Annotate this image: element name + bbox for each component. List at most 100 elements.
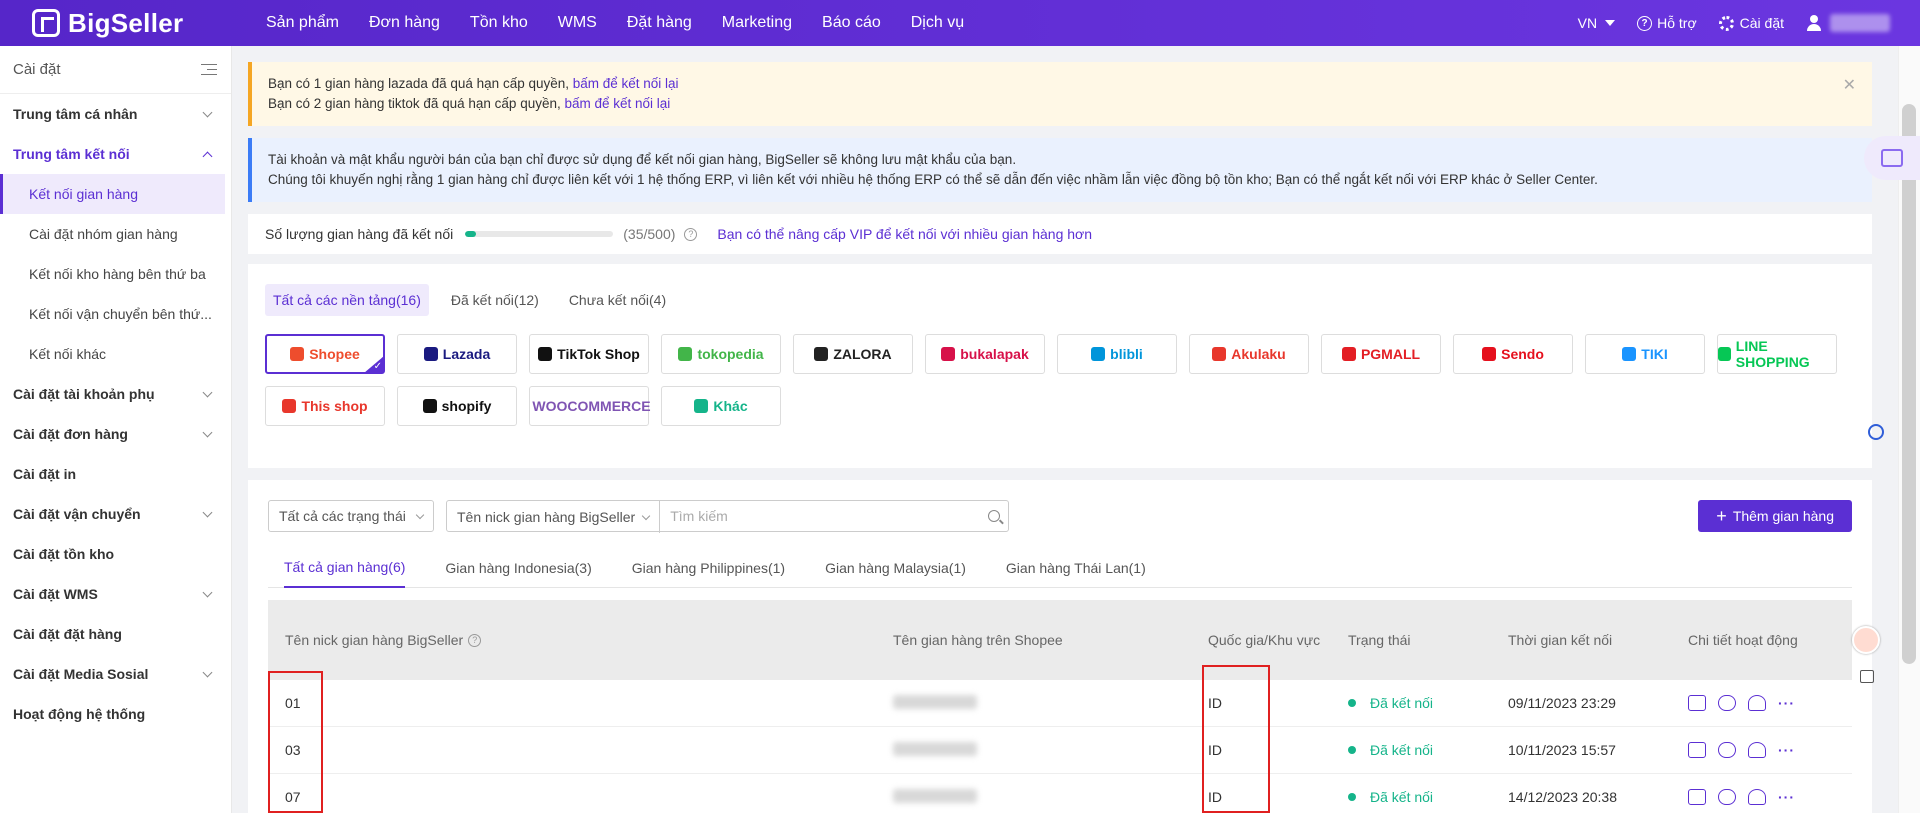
search-button[interactable] (980, 501, 1008, 531)
link-icon[interactable] (1718, 789, 1736, 805)
reconnect-lazada-link[interactable]: bấm để kết nối lại (573, 76, 679, 91)
platform-tiktok-shop[interactable]: TikTok Shop (529, 334, 649, 374)
edit-icon[interactable] (1688, 789, 1706, 805)
sidebar-item-label: Cài đặt in (13, 466, 77, 482)
menu-inventory[interactable]: Tồn kho (470, 14, 528, 32)
menu-wms[interactable]: WMS (558, 14, 597, 32)
search-input[interactable] (660, 501, 981, 531)
platform-sendo[interactable]: Sendo (1453, 334, 1573, 374)
sidebar-item-order-settings[interactable]: Cài đặt đơn hàng (0, 414, 231, 454)
caret-down-icon (1605, 20, 1616, 26)
upgrade-vip-link[interactable]: Bạn có thể nâng cấp VIP để kết nối với n… (717, 226, 1092, 242)
sidebar-sub-other-connections[interactable]: Kết nối khác (0, 334, 231, 374)
sidebar-item-sub-accounts[interactable]: Cài đặt tài khoản phụ (0, 374, 231, 414)
table-row: 03 ID Đã kết nối 10/11/2023 15:57 ··· (268, 727, 1852, 774)
sidebar-item-system-activity[interactable]: Hoạt động hệ thống (0, 694, 231, 734)
more-icon[interactable]: ··· (1778, 742, 1795, 758)
sidebar-item-purchase-settings[interactable]: Cài đặt đặt hàng (0, 614, 231, 654)
menu-services[interactable]: Dịch vụ (911, 14, 964, 32)
sidebar-item-print-settings[interactable]: Cài đặt in (0, 454, 231, 494)
platform-shopee[interactable]: Shopee (265, 334, 385, 374)
language-select[interactable]: VN (1578, 15, 1616, 31)
platform-tiki[interactable]: TIKI (1585, 334, 1705, 374)
sidebar-sub-third-party-shipping[interactable]: Kết nối vận chuyển bên thứ... (0, 294, 231, 334)
close-icon[interactable]: ✕ (1843, 76, 1856, 96)
add-store-button[interactable]: + Thêm gian hàng (1698, 500, 1852, 532)
platform-label: TikTok Shop (557, 346, 640, 362)
settings-link[interactable]: Cài đặt (1718, 15, 1784, 31)
search-icon (988, 510, 1001, 522)
tab-all-shops[interactable]: Tất cả gian hàng(6) (284, 548, 406, 588)
menu-products[interactable]: Sản phẩm (266, 14, 339, 32)
sidebar-item-shipping-settings[interactable]: Cài đặt vận chuyển (0, 494, 231, 534)
sidebar-sub-store-connect[interactable]: Kết nối gian hàng (0, 174, 225, 214)
header-shopee-name: Tên gian hàng trên Shopee (893, 632, 1063, 648)
link-icon[interactable] (1718, 742, 1736, 758)
tab-philippines[interactable]: Gian hàng Philippines(1) (632, 548, 785, 588)
user-menu[interactable] (1806, 14, 1890, 32)
reconnect-tiktok-link[interactable]: bấm để kết nối lại (564, 96, 670, 111)
platform-lazada[interactable]: Lazada (397, 334, 517, 374)
sidebar-item-inventory-settings[interactable]: Cài đặt tồn kho (0, 534, 231, 574)
support-link[interactable]: ? Hỗ trợ (1637, 15, 1697, 31)
sidebar: Cài đặt Trung tâm cá nhân Trung tâm kết … (0, 46, 232, 813)
menu-orders[interactable]: Đơn hàng (369, 14, 440, 32)
store-quota: Số lượng gian hàng đã kết nối (35/500) ?… (248, 214, 1872, 254)
feedback-icon[interactable] (1860, 670, 1874, 683)
platform-bukalapak[interactable]: bukalapak (925, 334, 1045, 374)
tab-connected[interactable]: Đã kết nối(12) (443, 284, 547, 316)
platform-woocommerce[interactable]: WOOCOMMERCE (529, 386, 651, 426)
search-field-select[interactable]: Tên nick gian hàng BigSeller (447, 501, 661, 533)
sidebar-item-social-media-settings[interactable]: Cài đặt Media Sosial (0, 654, 231, 694)
connect-time: 09/11/2023 23:29 (1508, 695, 1616, 711)
platform-shopify[interactable]: shopify (397, 386, 517, 426)
menu-marketing[interactable]: Marketing (722, 14, 792, 32)
platform-akulaku[interactable]: Akulaku (1189, 334, 1309, 374)
chat-widget-button[interactable] (1864, 136, 1920, 180)
tab-not-connected[interactable]: Chưa kết nối(4) (561, 284, 674, 316)
menu-purchase[interactable]: Đặt hàng (627, 14, 692, 32)
edit-icon[interactable] (1688, 695, 1706, 711)
sidebar-sub-store-groups[interactable]: Cài đặt nhóm gian hàng (0, 214, 231, 254)
header-connect-time: Thời gian kết nối (1508, 632, 1613, 648)
scrollbar-thumb[interactable] (1902, 104, 1916, 664)
platform-label: tokopedia (697, 346, 764, 362)
user-auth-icon[interactable] (1748, 742, 1766, 758)
more-icon[interactable]: ··· (1778, 789, 1795, 805)
platform-kh-c[interactable]: Khác (661, 386, 781, 426)
link-icon[interactable] (1718, 695, 1736, 711)
user-auth-icon[interactable] (1748, 789, 1766, 805)
sidebar-item-wms-settings[interactable]: Cài đặt WMS (0, 574, 231, 614)
floating-search-icon[interactable] (1868, 424, 1884, 440)
status-filter-select[interactable]: Tất cả các trạng thái (268, 500, 434, 532)
help-icon[interactable]: ? (684, 227, 698, 241)
collapse-sidebar-icon[interactable] (201, 63, 217, 76)
more-icon[interactable]: ··· (1778, 695, 1795, 711)
sidebar-sub-third-party-warehouse[interactable]: Kết nối kho hàng bên thứ ba (0, 254, 231, 294)
platform-pgmall[interactable]: PGMALL (1321, 334, 1441, 374)
tab-indonesia[interactable]: Gian hàng Indonesia(3) (445, 548, 591, 588)
sidebar-item-label: Cài đặt WMS (13, 586, 98, 602)
tab-malaysia[interactable]: Gian hàng Malaysia(1) (825, 548, 966, 588)
highlight-box-nick (268, 671, 323, 813)
platform-label: blibli (1110, 346, 1143, 362)
platform-label: Khác (713, 398, 748, 414)
platform-blibli[interactable]: blibli (1057, 334, 1177, 374)
platform-this-shop[interactable]: This shop (265, 386, 385, 426)
help-icon[interactable]: ? (468, 633, 482, 647)
platform-label: Shopee (309, 346, 360, 362)
edit-icon[interactable] (1688, 742, 1706, 758)
sidebar-item-personal-center[interactable]: Trung tâm cá nhân (0, 94, 231, 134)
logo[interactable]: BigSeller (32, 8, 202, 39)
chat-icon (1881, 149, 1903, 167)
platform-zalora[interactable]: ZALORA (793, 334, 913, 374)
support-avatar-icon[interactable] (1852, 626, 1880, 654)
platform-line-shopping[interactable]: LINE SHOPPING (1717, 334, 1837, 374)
settings-label: Cài đặt (1739, 15, 1784, 31)
tab-all-platforms[interactable]: Tất cả các nền tảng(16) (265, 284, 429, 316)
sidebar-item-connection-center[interactable]: Trung tâm kết nối (0, 134, 231, 174)
platform-tokopedia[interactable]: tokopedia (661, 334, 781, 374)
user-auth-icon[interactable] (1748, 695, 1766, 711)
tab-thailand[interactable]: Gian hàng Thái Lan(1) (1006, 548, 1146, 588)
menu-reports[interactable]: Báo cáo (822, 14, 881, 32)
